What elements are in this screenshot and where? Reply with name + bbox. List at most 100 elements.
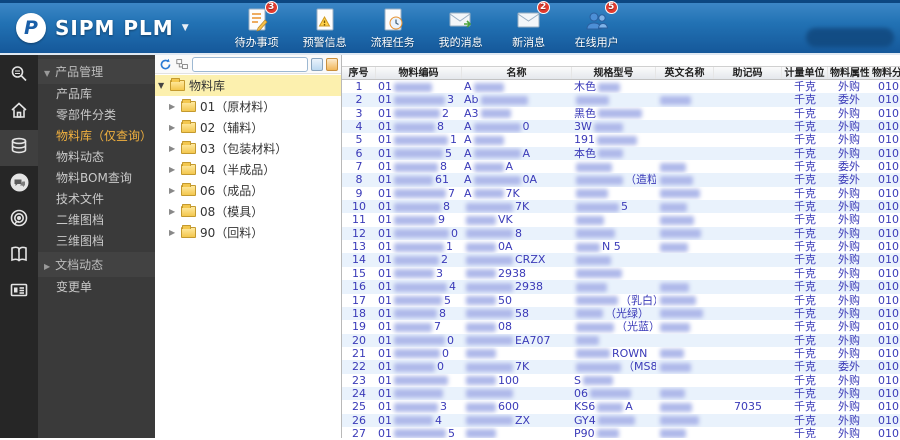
table-row[interactable]: 18 018 58（光绿） 千克 外购 0101 xyxy=(342,306,900,321)
cell-spec xyxy=(572,280,656,293)
triangle-collapsed-icon[interactable]: ▶ xyxy=(169,123,177,132)
table-row[interactable]: 22 010 7K（MS800C） 千克 委外 0101 xyxy=(342,360,900,374)
table-row[interactable]: 20 010 EA707 千克 外购 0101 xyxy=(342,333,900,347)
table-row[interactable]: 16 014 2938 千克 外购 0101 xyxy=(342,280,900,294)
table-row[interactable]: 17 015 50（乳白） 千克 外购 0101 xyxy=(342,294,900,307)
cell-seq: 5 xyxy=(355,133,363,147)
sidebar-item-6[interactable]: 技术文件 xyxy=(38,189,155,210)
table-row[interactable]: 10 018 7K5 千克 外购 0101 xyxy=(342,200,900,214)
nav-database-button[interactable] xyxy=(0,130,38,166)
database-icon xyxy=(9,136,29,160)
table-row[interactable]: 12 010 8 千克 外购 0101 xyxy=(342,226,900,241)
triangle-collapsed-icon[interactable]: ▶ xyxy=(169,228,177,237)
triangle-collapsed-icon[interactable]: ▶ xyxy=(169,207,177,216)
triangle-collapsed-icon[interactable]: ▶ xyxy=(169,186,177,195)
notification-badge: 5 xyxy=(604,1,618,14)
table-row[interactable]: 1 01A木色 千克 外购 0101 xyxy=(342,80,900,93)
search-go-button[interactable] xyxy=(311,57,323,71)
table-row[interactable]: 21 010 ROWN 千克 外购 0101 xyxy=(342,347,900,360)
triangle-collapsed-icon[interactable]: ▶ xyxy=(169,102,177,111)
column-header-7[interactable]: 物料属性 xyxy=(828,67,870,79)
toolbar-mail-button[interactable]: 2 新消息 xyxy=(503,1,555,50)
column-header-3[interactable]: 规格型号 xyxy=(572,67,656,79)
collapse-tree-icon[interactable] xyxy=(175,57,189,71)
sidebar-item-8[interactable]: 三维图档 xyxy=(38,231,155,252)
tree-node-1[interactable]: ▶ 02（辅料） xyxy=(155,117,341,138)
nav-search-button[interactable] xyxy=(0,58,38,94)
table-row[interactable]: 9 017 A7K 千克 外购 0101 xyxy=(342,187,900,200)
toolbar-users-button[interactable]: 5 在线用户 xyxy=(571,1,623,50)
tree-node-2[interactable]: ▶ 03（包装材料） xyxy=(155,138,341,159)
column-header-6[interactable]: 计量单位 xyxy=(782,67,828,79)
sidebar-item-label: 物料库（仅查询） xyxy=(56,129,153,143)
nav-target-button[interactable] xyxy=(0,202,38,238)
table-row[interactable]: 25 013 600KS6A 7035 千克 外购 0101 xyxy=(342,400,900,413)
sidebar-item-1[interactable]: 产品库 xyxy=(38,84,155,105)
column-header-1[interactable]: 物料编码 xyxy=(376,67,462,79)
tree-node-4[interactable]: ▶ 06（成品） xyxy=(155,180,341,201)
censored-user-info[interactable] xyxy=(806,28,894,47)
column-header-2[interactable]: 名称 xyxy=(462,67,572,79)
sidebar-item-2[interactable]: 零部件分类 xyxy=(38,105,155,126)
censored-text xyxy=(394,109,440,119)
table-row[interactable]: 26 014 ZXGY4 千克 外购 0101 xyxy=(342,413,900,427)
nav-idcard-button[interactable] xyxy=(0,274,38,310)
sidebar-group-0[interactable]: ▼ 产品管理 xyxy=(38,59,155,84)
cell-category: 0101 xyxy=(878,186,900,200)
table-row[interactable]: 8 0161 A0A （造粒） 千克 委外 0101 xyxy=(342,173,900,187)
column-header-5[interactable]: 助记码 xyxy=(714,67,782,79)
toolbar-todo-button[interactable]: 3 待办事项 xyxy=(231,1,283,50)
sidebar-group-9[interactable]: ▶ 文档动态 xyxy=(38,252,155,277)
tree-node-5[interactable]: ▶ 08（模具） xyxy=(155,201,341,222)
filter-button[interactable] xyxy=(326,57,338,71)
column-header-0[interactable]: 序号 xyxy=(342,67,376,79)
table-row[interactable]: 5 011 A191 千克 外购 0101 xyxy=(342,133,900,146)
table-row[interactable]: 11 019 VK 千克 外购 0101 xyxy=(342,213,900,226)
table-row[interactable]: 27 015 P90 千克 外购 0101 xyxy=(342,427,900,438)
toolbar-alert-doc-button[interactable]: 预警信息 xyxy=(299,6,351,50)
table-row[interactable]: 4 018 A0 3W 千克 外购 0101 xyxy=(342,120,900,134)
tree-node-3[interactable]: ▶ 04（半成品） xyxy=(155,159,341,180)
tree-node-6[interactable]: ▶ 90（回料） xyxy=(155,222,341,243)
triangle-expanded-icon[interactable]: ▼ xyxy=(158,81,166,90)
table-row[interactable]: 15 013 2938 千克 外购 0101 xyxy=(342,267,900,280)
table-row[interactable]: 19 017 08（光蓝） 千克 外购 0101 xyxy=(342,320,900,333)
cell-category: 0101 xyxy=(878,200,900,214)
toolbar-task-doc-button[interactable]: 流程任务 xyxy=(367,6,419,50)
column-header-8[interactable]: 物料分类 xyxy=(870,67,900,79)
column-header-4[interactable]: 英文名称 xyxy=(656,67,714,79)
censored-text xyxy=(394,282,447,292)
refresh-icon[interactable] xyxy=(158,57,172,71)
sidebar-item-7[interactable]: 二维图档 xyxy=(38,210,155,231)
table-row[interactable]: 23 01100S 千克 外购 0101 xyxy=(342,374,900,387)
cell-unit: 千克 xyxy=(794,93,816,107)
nav-home-button[interactable] xyxy=(0,94,38,130)
nav-book-button[interactable] xyxy=(0,238,38,274)
table-row[interactable]: 6 015 AA 本色 千克 外购 0101 xyxy=(342,146,900,161)
table-row[interactable]: 7 018 AA 千克 委外 0101 xyxy=(342,160,900,173)
tree-node-0[interactable]: ▶ 01（原材料） xyxy=(155,96,341,117)
censored-text xyxy=(466,242,496,252)
triangle-collapsed-icon[interactable]: ▶ xyxy=(169,165,177,174)
sidebar-item-label: 三维图档 xyxy=(56,234,105,248)
triangle-collapsed-icon[interactable]: ▶ xyxy=(169,144,177,153)
tree-root-material-library[interactable]: ▼ 物料库 xyxy=(155,75,341,96)
sidebar-item-4[interactable]: 物料动态 xyxy=(38,147,155,168)
chevron-down-icon[interactable]: ▼ xyxy=(182,23,189,33)
tree-search-input[interactable] xyxy=(192,56,308,72)
nav-chat-button[interactable] xyxy=(0,166,38,202)
table-row[interactable]: 13 011 0AN 5 千克 外购 0101 xyxy=(342,240,900,253)
table-row[interactable]: 24 01 06 千克 外购 0101 xyxy=(342,386,900,401)
sidebar-item-3[interactable]: 物料库（仅查询） xyxy=(38,126,155,147)
table-row[interactable]: 14 012 CRZX 千克 外购 0101 xyxy=(342,253,900,267)
sidebar-item-5[interactable]: 物料BOM查询 xyxy=(38,168,155,189)
sidebar-item-10[interactable]: 变更单 xyxy=(38,277,155,298)
book-icon xyxy=(9,244,29,268)
cell-spec: （光蓝） xyxy=(572,320,656,333)
cell-mnemonic xyxy=(714,120,782,133)
cell-english-name xyxy=(656,427,714,438)
table-row[interactable]: 2 013 Ab 千克 委外 0101 xyxy=(342,93,900,107)
toolbar-mail-send-button[interactable]: 我的消息 xyxy=(435,6,487,50)
table-row[interactable]: 3 012 A3黑色 千克 外购 0101 xyxy=(342,107,900,120)
cell-mnemonic xyxy=(714,240,782,253)
